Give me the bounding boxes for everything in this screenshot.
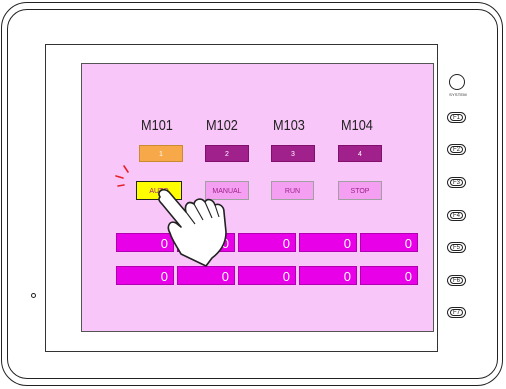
system-label: SYSTEM <box>449 92 467 97</box>
function-key-f2[interactable]: F2 <box>447 144 466 155</box>
function-key-f5[interactable]: F5 <box>447 242 466 253</box>
numeric-display[interactable]: 0 <box>238 266 296 285</box>
numeric-display[interactable]: 0 <box>177 266 235 285</box>
lamp-2: 2 <box>205 145 249 162</box>
function-key-f7[interactable]: F7 <box>447 307 466 318</box>
run-button[interactable]: RUN <box>271 181 314 200</box>
auto-button[interactable]: AUTO <box>136 181 182 200</box>
numeric-display[interactable]: 0 <box>360 266 418 285</box>
numeric-display[interactable]: 0 <box>299 233 357 252</box>
function-key-f1[interactable]: F1 <box>447 112 466 123</box>
lamp-4: 4 <box>338 145 382 162</box>
status-led <box>31 293 36 298</box>
system-button[interactable] <box>449 74 465 90</box>
function-key-label: F4 <box>450 212 463 219</box>
function-key-label: F6 <box>450 277 463 284</box>
label-m104: M104 <box>341 117 373 134</box>
numeric-display[interactable]: 0 <box>177 233 235 252</box>
numeric-display[interactable]: 0 <box>238 233 296 252</box>
function-key-f4[interactable]: F4 <box>447 210 466 221</box>
function-key-f6[interactable]: F6 <box>447 275 466 286</box>
lamp-3: 3 <box>271 145 315 162</box>
function-key-label: F2 <box>450 146 463 153</box>
numeric-display[interactable]: 0 <box>116 233 174 252</box>
numeric-display[interactable]: 0 <box>299 266 357 285</box>
label-m101: M101 <box>141 117 173 134</box>
numeric-display[interactable]: 0 <box>360 233 418 252</box>
function-key-f3[interactable]: F3 <box>447 177 466 188</box>
function-key-label: F5 <box>450 244 463 251</box>
stop-button[interactable]: STOP <box>338 181 382 200</box>
function-key-label: F3 <box>450 179 463 186</box>
function-key-label: F1 <box>450 114 463 121</box>
label-m103: M103 <box>273 117 305 134</box>
function-key-label: F7 <box>450 309 463 316</box>
label-m102: M102 <box>206 117 238 134</box>
manual-button[interactable]: MANUAL <box>205 181 249 200</box>
numeric-display[interactable]: 0 <box>116 266 174 285</box>
lamp-1: 1 <box>139 145 183 162</box>
